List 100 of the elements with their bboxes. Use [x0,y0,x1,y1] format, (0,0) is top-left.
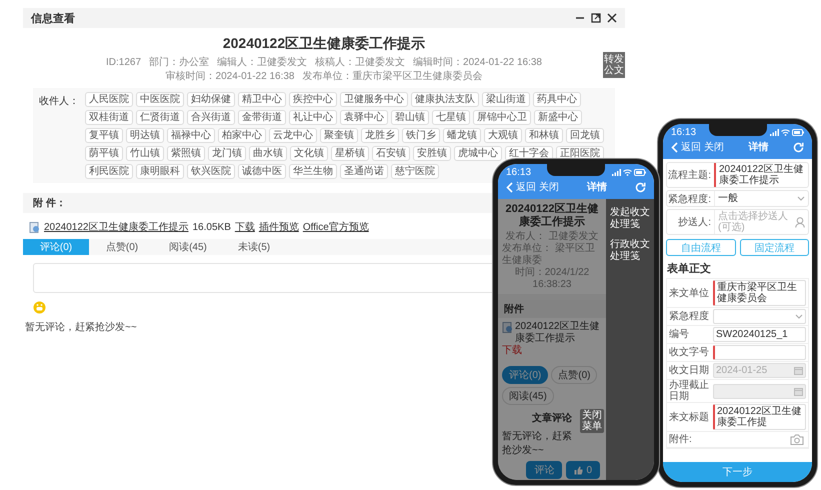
tab[interactable]: 评论(0) [23,239,89,255]
close-link[interactable]: 关闭 [704,140,724,154]
recipient-tag: 和林镇 [525,128,563,143]
refresh-icon[interactable] [793,142,804,152]
recipient-tag: 双桂街道 [85,110,133,125]
camera-icon[interactable] [790,434,804,445]
maximize-icon[interactable] [591,13,601,23]
publish-time: 时间：2024/1/22 16:38:23 [514,267,590,291]
file-size: 16.05KB [192,222,231,232]
smiley-icon [33,301,46,314]
document-icon [502,322,513,333]
page-title: 详情 [747,140,770,154]
signal-icon [612,168,621,176]
meta-text: 发布人： 卫健委发文 [506,231,598,242]
drawer-item[interactable]: 行政收文处理笺 [610,239,650,263]
input-field[interactable]: SW20240125_1 [713,327,806,342]
tab[interactable]: 阅读(45) [155,239,221,255]
recipient-tag: 蟠龙镇 [443,128,481,143]
close-icon[interactable] [607,13,617,23]
person-icon[interactable] [795,216,805,228]
file-link[interactable]: 20240122区卫生健康委工作提示 [515,321,602,345]
battery-icon [634,168,646,176]
recipient-tag: 康明眼科 [136,164,184,179]
forward-tab[interactable]: 转发公文 [603,52,625,78]
recipient-tag: 袁驿中心 [340,110,388,125]
back-icon[interactable] [671,142,678,152]
input-field[interactable] [713,345,806,360]
field-label: 来文单位 [668,288,710,298]
recipient-tag: 妇幼保健 [187,92,235,107]
field-value: 一般 [718,193,739,204]
back-icon[interactable] [506,182,513,192]
document-icon [29,222,40,232]
field-value: 2024-01-25 [716,365,768,376]
download-link[interactable]: 下载 [502,345,522,357]
recipient-tag: 荫平镇 [85,146,123,161]
phone-notch [547,164,605,176]
meta-text: ID:1267 [106,57,142,69]
recipient-tag: 药具中心 [533,92,581,107]
chevron-down-icon[interactable] [797,196,805,201]
window-title: 信息查看 [31,12,76,26]
recipient-tag: 星桥镇 [331,146,369,161]
recipient-tag: 圣通尚诺 [340,164,388,179]
recipient-tag: 华兰生物 [289,164,337,179]
attachments-heading: 附件 [498,300,606,318]
recipient-tag: 明达镇 [126,128,164,143]
field-label: 办理截止日期 [668,380,710,402]
field-label: 流程主题: [667,168,712,182]
recipient-tag: 梁山街道 [482,92,530,107]
file-link[interactable]: 20240122区卫生健康委工作提示 [44,220,188,234]
refresh-icon[interactable] [635,182,646,192]
recipient-tag: 碧山镇 [391,110,429,125]
thumbs-up-icon [574,466,584,474]
chevron-down-icon[interactable] [795,314,803,319]
field-label: 收文日期 [668,365,710,376]
field-label: 编号 [668,329,690,340]
next-button[interactable]: 下一步 [663,462,812,482]
file-action-link[interactable]: 下载 [234,220,255,234]
back-link[interactable]: 返回 [516,180,536,194]
recipient-tag: 石安镇 [372,146,410,161]
recipient-tag: 人民医院 [85,92,133,107]
input-field[interactable]: 重庆市梁平区卫生健康委员会 [713,280,806,306]
recipient-tag: 龙胜乡 [361,128,399,143]
page-title: 详情 [586,180,608,194]
back-link[interactable]: 返回 [681,140,701,154]
tab[interactable]: 阅读(45) [502,387,554,405]
tab[interactable]: 未读(5) [221,239,287,255]
recipient-tag: 屏锦中心卫 [473,110,531,125]
field-label: 紧急程度 [668,311,710,322]
field-placeholder: 点击选择抄送人(可选) [718,211,789,233]
tooltip[interactable]: 关闭菜单 [580,409,604,433]
tab[interactable]: 点赞(0) [89,239,155,255]
recipient-tag: 疾控中心 [289,92,337,107]
input-field[interactable] [713,309,806,324]
field-value: 20240122区卫生健康委工作提示 [719,164,804,186]
field-label: 收文字号 [668,347,710,358]
field-label: 抄送人: [677,216,712,229]
file-action-link[interactable]: 插件预览 [258,220,299,234]
file-action-link[interactable]: Office官方预览 [302,220,369,234]
recipient-tag: 福禄中心 [167,128,215,143]
article-title: 20240122区卫生健康委工作提示 [222,35,426,53]
form-field[interactable]: 紧急程度: 一般 [666,190,809,207]
recipient-tag: 新盛中心 [534,110,582,125]
recipient-tag: 柏家中心 [218,128,266,143]
field-label: 来文标题 [668,412,710,422]
recipient-tag: 回龙镇 [566,128,604,143]
recipient-tag: 慈宁医院 [391,164,439,179]
recipient-tag: 钦兴医院 [187,164,235,179]
recipient-tag: 诚德中医 [238,164,286,179]
empty-comments-text: 暂无评论，赶紧抢沙发~~ [25,320,137,334]
input-field[interactable]: 20240122区卫生健康委工作提 [713,404,806,430]
close-link[interactable]: 关闭 [539,180,559,194]
field-value: SW20240125_1 [716,329,789,340]
recipient-tag: 仁贤街道 [136,110,184,125]
recipient-tag: 安胜镇 [413,146,451,161]
meta-text: 编辑人：卫健委发文 [217,57,308,69]
recipient-tag: 金带街道 [238,110,286,125]
recipient-tag: 卫健服务中心 [340,92,408,107]
tab[interactable]: 点赞(0) [551,366,598,384]
recipients-label: 收件人： [39,95,79,109]
meta-text: 发布单位： 梁平区卫生健康委 [502,243,596,266]
